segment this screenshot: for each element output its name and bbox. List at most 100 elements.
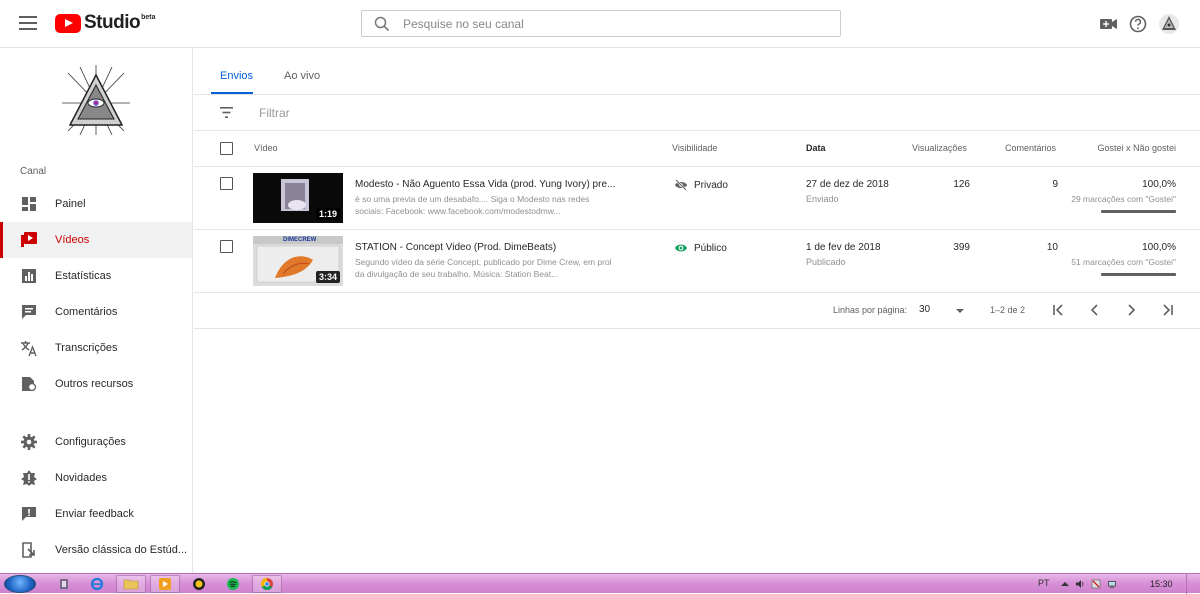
sidebar-item-label: Transcrições: [55, 342, 118, 354]
sidebar-item-videos[interactable]: Vídeos: [0, 222, 192, 258]
other-features-icon: [22, 377, 37, 392]
video-likes-percent: 100,0%: [1142, 179, 1176, 190]
video-likes-count: 51 marcações com "Gostei": [1071, 257, 1176, 267]
help-icon[interactable]: [1127, 13, 1149, 35]
video-title[interactable]: Modesto - Não Aguento Essa Vida (prod. Y…: [355, 179, 615, 190]
taskbar-media-player-button[interactable]: [150, 575, 180, 593]
row-checkbox[interactable]: [220, 177, 233, 190]
search-icon[interactable]: [374, 16, 390, 32]
next-page-icon[interactable]: [1123, 302, 1139, 318]
table-row[interactable]: DIMECREW 3:34 STATION - Concept Video (P…: [194, 230, 1200, 293]
video-date: 27 de dez de 2018: [806, 179, 889, 190]
volume-icon[interactable]: [1075, 579, 1085, 589]
pagination-bar: Linhas por página: 30 1–2 de 2: [194, 293, 1200, 329]
video-date: 1 de fev de 2018: [806, 242, 881, 253]
sidebar-item-outros-recursos[interactable]: Outros recursos: [0, 366, 192, 402]
column-header-comments: Comentários: [1005, 143, 1057, 153]
taskbar-spotify-button[interactable]: [218, 575, 248, 593]
sidebar-item-label: Outros recursos: [55, 378, 134, 390]
video-thumbnail[interactable]: 1:19: [253, 173, 343, 223]
page-range: 1–2 de 2: [990, 305, 1026, 315]
sidebar-item-label: Vídeos: [55, 234, 90, 246]
sidebar-item-transcricoes[interactable]: Transcrições: [0, 330, 192, 366]
chrome-icon: [260, 578, 273, 591]
sidebar-item-enviar-feedback[interactable]: Enviar feedback: [0, 496, 192, 532]
column-header-date[interactable]: Data: [806, 143, 826, 153]
select-all-checkbox[interactable]: [220, 142, 233, 155]
visibility-label: Público: [694, 242, 727, 254]
sidebar-item-label: Configurações: [55, 436, 126, 448]
video-title[interactable]: STATION - Concept Video (Prod. DimeBeats…: [355, 242, 556, 253]
show-desktop-button[interactable]: [1186, 574, 1200, 594]
analytics-icon: [22, 269, 36, 283]
internet-explorer-icon: [90, 577, 104, 591]
taskbar-ie-button[interactable]: [82, 575, 112, 593]
action-center-icon[interactable]: [1091, 579, 1101, 589]
row-checkbox[interactable]: [220, 240, 233, 253]
rows-per-page-label: Linhas por página:: [833, 305, 908, 315]
video-views: 399: [953, 242, 970, 253]
sidebar-item-configuracoes[interactable]: Configurações: [0, 424, 192, 460]
video-views: 126: [953, 179, 970, 190]
video-date-status: Publicado: [806, 257, 846, 267]
eye-icon: [675, 244, 687, 252]
column-header-views: Visualizações: [912, 143, 967, 153]
dashboard-icon: [22, 197, 36, 211]
taskbar-explorer-button[interactable]: [116, 575, 146, 593]
visibility-selector[interactable]: Público: [674, 242, 727, 254]
feedback-icon: [22, 507, 36, 521]
previous-page-icon[interactable]: [1087, 302, 1103, 318]
logo-beta-badge: beta: [141, 13, 156, 21]
channel-section-label: Canal: [20, 166, 47, 177]
taskbar-chrome-button[interactable]: [252, 575, 282, 593]
filter-icon[interactable]: [220, 107, 233, 118]
last-page-icon[interactable]: [1159, 302, 1175, 318]
tray-arrow-icon[interactable]: [1060, 579, 1070, 589]
sidebar-item-novidades[interactable]: Novidades: [0, 460, 192, 496]
show-desktop-icon[interactable]: [58, 577, 70, 591]
filter-input[interactable]: Filtrar: [259, 106, 290, 120]
video-thumbnail[interactable]: DIMECREW 3:34: [253, 236, 343, 286]
first-page-icon[interactable]: [1051, 302, 1067, 318]
channel-avatar[interactable]: [60, 63, 132, 137]
sidebar-item-comentarios[interactable]: Comentários: [0, 294, 192, 330]
spotify-icon: [227, 578, 239, 590]
studio-logo[interactable]: Studio beta: [55, 12, 156, 34]
network-icon[interactable]: [1107, 579, 1117, 589]
system-clock[interactable]: 15:30: [1150, 579, 1173, 589]
filter-bar[interactable]: Filtrar: [194, 95, 1200, 131]
sidebar-item-versao-classica[interactable]: Versão clássica do Estúd...: [0, 532, 192, 568]
active-tab-indicator: [211, 92, 253, 94]
windows-taskbar: PT 15:30: [0, 573, 1200, 594]
taskbar-app-button[interactable]: [184, 575, 214, 593]
sidebar-item-painel[interactable]: Painel: [0, 186, 192, 222]
likes-ratio-bar: [1101, 210, 1176, 213]
main-content: Envios Ao vivo Filtrar Vídeo Visibilidad…: [194, 48, 1200, 573]
classic-studio-icon: [22, 542, 35, 558]
chevron-down-icon[interactable]: [956, 309, 964, 313]
logo-text: Studio: [84, 12, 141, 33]
create-video-icon[interactable]: [1097, 13, 1119, 35]
app-icon: [193, 578, 205, 590]
search-input[interactable]: [403, 14, 823, 34]
thumbnail-caption: DIMECREW: [283, 237, 317, 243]
translate-icon: [21, 341, 37, 357]
visibility-selector[interactable]: Privado: [674, 179, 728, 191]
table-row[interactable]: 1:19 Modesto - Não Aguento Essa Vida (pr…: [194, 167, 1200, 230]
gear-icon: [21, 434, 37, 450]
account-avatar[interactable]: [1158, 13, 1180, 35]
video-comments: 10: [1046, 242, 1058, 253]
language-indicator[interactable]: PT: [1038, 578, 1050, 588]
media-player-icon: [159, 578, 171, 590]
search-box[interactable]: [361, 10, 841, 37]
tab-ao-vivo[interactable]: Ao vivo: [284, 70, 320, 82]
video-comments: 9: [1052, 179, 1058, 190]
video-icon: [21, 232, 37, 247]
tab-envios[interactable]: Envios: [220, 70, 253, 82]
sidebar-item-label: Estatísticas: [55, 270, 112, 282]
menu-icon[interactable]: [19, 16, 37, 30]
rows-per-page-value[interactable]: 30: [919, 304, 930, 315]
start-button[interactable]: [4, 575, 36, 593]
column-header-video: Vídeo: [254, 143, 278, 153]
sidebar-item-estatisticas[interactable]: Estatísticas: [0, 258, 192, 294]
